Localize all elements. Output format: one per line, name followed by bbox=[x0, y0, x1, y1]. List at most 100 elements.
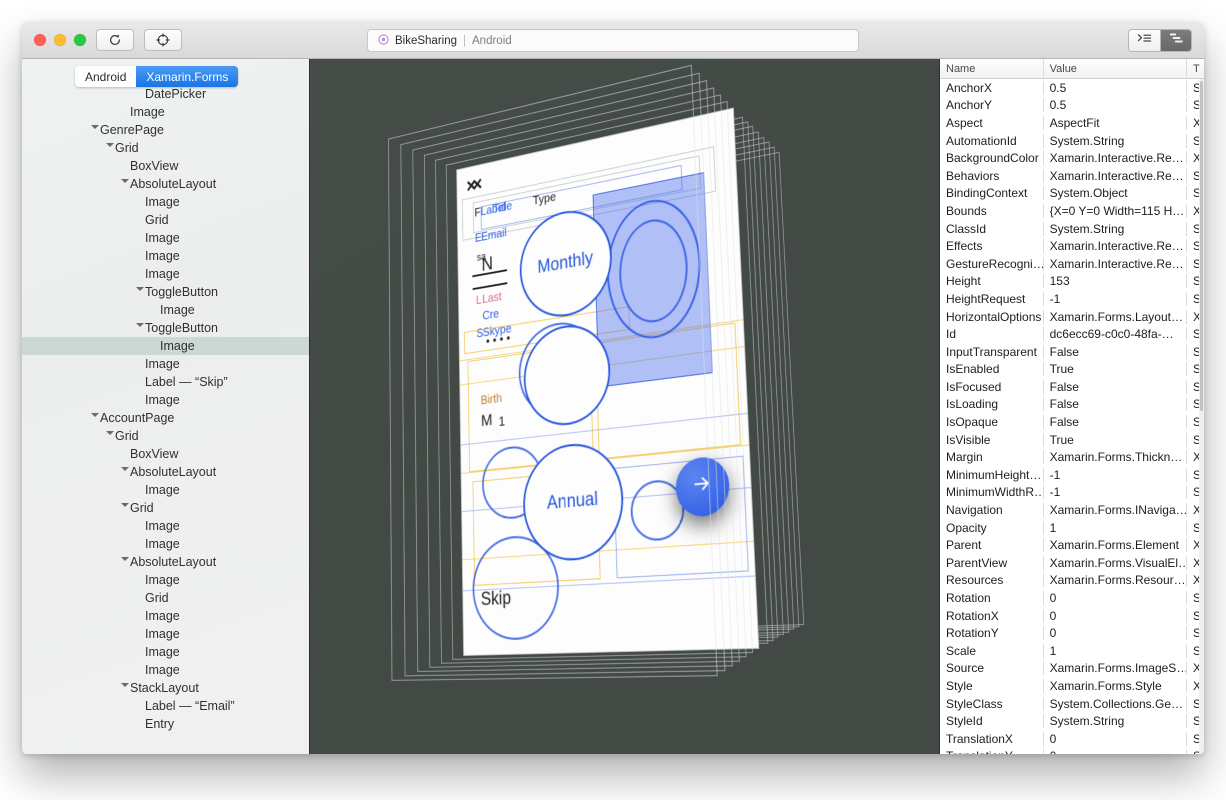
tree-item-image[interactable]: Image bbox=[22, 625, 309, 643]
zoom-window-button[interactable] bbox=[74, 34, 86, 46]
console-toggle-button[interactable] bbox=[1129, 30, 1160, 51]
tree-item-image[interactable]: Image bbox=[22, 229, 309, 247]
property-value[interactable]: 1 bbox=[1044, 643, 1188, 658]
tree-item-image[interactable]: Image bbox=[22, 535, 309, 553]
property-row[interactable]: IsEnabled True S bbox=[940, 361, 1204, 379]
property-value[interactable]: False bbox=[1044, 344, 1188, 359]
property-value[interactable]: Xamarin.Interactive.Re… bbox=[1044, 239, 1188, 254]
property-value[interactable]: dc6ecc69-c0c0-48fa-… bbox=[1044, 327, 1188, 342]
platform-segment-android[interactable]: Android bbox=[75, 66, 137, 87]
tree-item-image[interactable]: Image bbox=[22, 247, 309, 265]
property-value[interactable]: System.Object bbox=[1044, 186, 1188, 201]
column-header-name[interactable]: Name bbox=[940, 59, 1044, 78]
tree-item-entry[interactable]: Entry bbox=[22, 715, 309, 733]
property-row[interactable]: Scale 1 S bbox=[940, 642, 1204, 660]
disclosure-triangle-icon[interactable] bbox=[119, 180, 130, 188]
property-value[interactable]: -1 bbox=[1044, 485, 1188, 500]
tree-item-label[interactable]: Label — “Skip” bbox=[22, 373, 309, 391]
property-row[interactable]: IsVisible True S bbox=[940, 431, 1204, 449]
property-value[interactable]: -1 bbox=[1044, 291, 1188, 306]
property-row[interactable]: Resources Xamarin.Forms.Resour… X bbox=[940, 572, 1204, 590]
tree-item-image[interactable]: Image bbox=[22, 355, 309, 373]
column-header-value[interactable]: Value bbox=[1044, 59, 1188, 78]
tree-item-absolutelayout[interactable]: AbsoluteLayout bbox=[22, 175, 309, 193]
property-row[interactable]: BindingContext System.Object S bbox=[940, 185, 1204, 203]
disclosure-triangle-icon[interactable] bbox=[119, 504, 130, 512]
property-row[interactable]: Rotation 0 S bbox=[940, 589, 1204, 607]
property-row[interactable]: TranslationY0S bbox=[940, 748, 1204, 754]
property-value[interactable]: Xamarin.Forms.Layout… bbox=[1044, 309, 1188, 324]
property-row[interactable]: GestureRecogni… Xamarin.Interactive.Re… S bbox=[940, 255, 1204, 273]
property-row[interactable]: Source Xamarin.Forms.ImageS… X bbox=[940, 660, 1204, 678]
property-row[interactable]: Margin Xamarin.Forms.Thickn… X bbox=[940, 448, 1204, 466]
tree-item-boxview[interactable]: BoxView bbox=[22, 157, 309, 175]
tree-item-image[interactable]: Image bbox=[22, 391, 309, 409]
property-row[interactable]: StyleId System.String S bbox=[940, 712, 1204, 730]
property-row[interactable]: AnchorX 0.5 S bbox=[940, 79, 1204, 97]
tree-item-grid[interactable]: Grid bbox=[22, 139, 309, 157]
tree-item-grid[interactable]: Grid bbox=[22, 589, 309, 607]
platform-segment-xamarin-forms[interactable]: Xamarin.Forms bbox=[136, 66, 239, 87]
tree-item-grid[interactable]: Grid bbox=[22, 427, 309, 445]
tree-item-datepicker[interactable]: DatePicker bbox=[22, 85, 309, 103]
property-value[interactable]: AspectFit bbox=[1044, 115, 1188, 130]
property-row[interactable]: RotationX 0 S bbox=[940, 607, 1204, 625]
property-value[interactable]: System.String bbox=[1044, 221, 1188, 236]
view-mode-segmented-control[interactable] bbox=[1128, 29, 1192, 52]
property-row[interactable]: MinimumWidthR… -1 S bbox=[940, 484, 1204, 502]
property-row[interactable]: ClassId System.String S bbox=[940, 220, 1204, 238]
disclosure-triangle-icon[interactable] bbox=[134, 324, 145, 332]
tree-item-togglebutton[interactable]: ToggleButton bbox=[22, 319, 309, 337]
tree-item-image[interactable]: Image bbox=[22, 103, 309, 121]
property-row[interactable]: IsLoading False S bbox=[940, 396, 1204, 414]
property-value[interactable]: 0 bbox=[1044, 626, 1188, 641]
property-row[interactable]: AnchorY 0.5 S bbox=[940, 97, 1204, 115]
platform-segmented-control[interactable]: Android Xamarin.Forms bbox=[75, 66, 239, 87]
property-value[interactable]: 153 bbox=[1044, 274, 1188, 289]
property-row[interactable]: IsFocused False S bbox=[940, 378, 1204, 396]
disclosure-triangle-icon[interactable] bbox=[89, 126, 100, 134]
property-value[interactable]: 0 bbox=[1044, 591, 1188, 606]
disclosure-triangle-icon[interactable] bbox=[104, 144, 115, 152]
reload-button[interactable] bbox=[96, 29, 134, 51]
property-value[interactable]: Xamarin.Forms.VisualEl… bbox=[1044, 555, 1188, 570]
disclosure-triangle-icon[interactable] bbox=[119, 684, 130, 692]
property-value[interactable]: 1 bbox=[1044, 520, 1188, 535]
property-value[interactable]: 0.5 bbox=[1044, 80, 1188, 95]
property-value[interactable]: False bbox=[1044, 397, 1188, 412]
tree-item-image[interactable]: Image bbox=[22, 607, 309, 625]
property-row[interactable]: Aspect AspectFit X bbox=[940, 114, 1204, 132]
tree-item-image[interactable]: Image bbox=[22, 265, 309, 283]
property-row[interactable]: HorizontalOptions Xamarin.Forms.Layout… X bbox=[940, 308, 1204, 326]
3d-view-inspector-canvas[interactable]: ×× F Label Title Type E Email sa N L Las… bbox=[310, 59, 939, 754]
property-row[interactable]: ParentView Xamarin.Forms.VisualEl… X bbox=[940, 554, 1204, 572]
property-value[interactable]: 0 bbox=[1044, 731, 1188, 746]
disclosure-triangle-icon[interactable] bbox=[89, 414, 100, 422]
property-value[interactable]: Xamarin.Interactive.Re… bbox=[1044, 168, 1188, 183]
property-value[interactable]: False bbox=[1044, 379, 1188, 394]
tree-item-togglebutton[interactable]: ToggleButton bbox=[22, 283, 309, 301]
tree-item-image[interactable]: Image bbox=[22, 517, 309, 535]
tree-item-image[interactable]: Image bbox=[22, 481, 309, 499]
disclosure-triangle-icon[interactable] bbox=[104, 432, 115, 440]
tree-item-boxview[interactable]: BoxView bbox=[22, 445, 309, 463]
property-row[interactable]: Height 153 S bbox=[940, 273, 1204, 291]
property-value[interactable]: Xamarin.Forms.Element bbox=[1044, 538, 1188, 553]
property-row[interactable]: Parent Xamarin.Forms.Element X bbox=[940, 536, 1204, 554]
disclosure-triangle-icon[interactable] bbox=[119, 468, 130, 476]
property-value[interactable]: Xamarin.Interactive.Re… bbox=[1044, 151, 1188, 166]
property-value[interactable]: System.String bbox=[1044, 714, 1188, 729]
property-row[interactable]: AutomationId System.String S bbox=[940, 132, 1204, 150]
property-value[interactable]: True bbox=[1044, 432, 1188, 447]
view-hierarchy-tree[interactable]: DatePicker Image GenrePage Grid BoxView Absol… bbox=[22, 85, 309, 733]
tree-item-accountpage[interactable]: AccountPage bbox=[22, 409, 309, 427]
property-value[interactable]: 0.5 bbox=[1044, 98, 1188, 113]
property-row[interactable]: Bounds {X=0 Y=0 Width=115 H… X bbox=[940, 202, 1204, 220]
property-value[interactable]: {X=0 Y=0 Width=115 H… bbox=[1044, 203, 1188, 218]
property-row[interactable]: StyleClass System.Collections.Ge… S bbox=[940, 695, 1204, 713]
property-row[interactable]: InputTransparent False S bbox=[940, 343, 1204, 361]
property-table-body[interactable]: AnchorX 0.5 S AnchorY 0.5 S Aspect AspectFit X Au… bbox=[940, 79, 1204, 754]
property-value[interactable]: Xamarin.Forms.INaviga… bbox=[1044, 503, 1188, 518]
property-row[interactable]: TranslationX 0 S bbox=[940, 730, 1204, 748]
property-row[interactable]: IsOpaque False S bbox=[940, 413, 1204, 431]
